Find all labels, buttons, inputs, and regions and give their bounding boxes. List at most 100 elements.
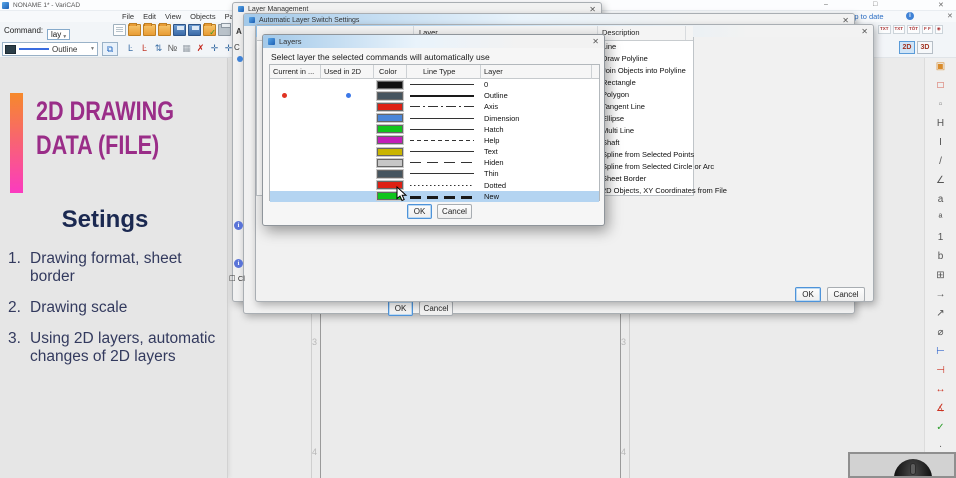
layers-table-row-dimension[interactable]: Dimension [270, 113, 599, 124]
layer-color-swatch [377, 159, 403, 167]
open-folder-icon[interactable] [128, 24, 141, 36]
cancel-button[interactable]: Cancel [827, 287, 865, 302]
detail-grid-icon[interactable]: ⊞ [925, 267, 956, 286]
close-icon[interactable]: ✕ [592, 37, 599, 46]
column-divider [591, 65, 592, 79]
dim-ok-icon[interactable]: ✓ [925, 419, 956, 438]
menu-item-view[interactable]: View [165, 12, 181, 21]
command-input[interactable]: lay ▼ [47, 29, 70, 40]
layers-dialog-title-bar[interactable]: Layers ✕ [263, 35, 604, 48]
recent-folder-icon[interactable] [158, 24, 171, 36]
layer-line-sample [410, 106, 474, 107]
menu-item-edit[interactable]: Edit [143, 12, 156, 21]
minimize-button[interactable]: – [824, 1, 828, 8]
folder-check-icon[interactable] [203, 24, 216, 36]
text-tool-icon[interactable]: TŌT [907, 25, 920, 34]
new-file-icon[interactable] [113, 24, 126, 36]
line-icon[interactable]: / [925, 153, 956, 172]
layers-table-row-dotted[interactable]: Dotted [270, 180, 599, 191]
save-as-icon[interactable] [188, 24, 201, 36]
layer-color-swatch [377, 81, 403, 89]
blank-icon[interactable]: ▦ [180, 41, 193, 55]
update-info-icon[interactable]: i [906, 12, 914, 20]
layers-table-row-text[interactable]: Text [270, 146, 599, 157]
text-tool-icon[interactable]: TXT [878, 25, 891, 34]
mode-3d-button[interactable]: 3D [917, 41, 933, 54]
select-region-icon[interactable]: ▫ [925, 96, 956, 115]
clipped-checkbox[interactable]: ☐ Cl [229, 274, 245, 283]
save-icon[interactable] [173, 24, 186, 36]
leader-1-icon[interactable]: 1 [925, 229, 956, 248]
used-in-2d-marker [346, 93, 351, 98]
column-divider [685, 26, 686, 40]
column-divider [406, 65, 407, 79]
leader-a-icon[interactable]: a [925, 191, 956, 210]
text-cursor-icon[interactable]: I [925, 134, 956, 153]
export-folder-icon[interactable]: ▣ [925, 58, 956, 77]
leader-a2-icon[interactable]: ª [925, 210, 956, 229]
layers-table-row-axis[interactable]: Axis [270, 101, 599, 112]
info-icon: i [234, 221, 243, 230]
broken-leader-icon[interactable]: ↗ [925, 305, 956, 324]
overlay-list: 1.Drawing format, sheet border2.Drawing … [8, 250, 222, 379]
column-header-description: Description [602, 28, 640, 37]
layers-table-row-thin[interactable]: Thin [270, 168, 599, 179]
layer-line-sample [410, 140, 474, 141]
arrow-icon[interactable]: → [925, 286, 956, 305]
layers-table-row-0[interactable]: 0 [270, 79, 599, 90]
notice-close-icon[interactable]: ✕ [947, 12, 953, 20]
dim-red-icon[interactable]: ⊣ [925, 362, 956, 381]
varicad-screen: NONAME 1* - VariCAD – □ ✕ FileEditViewOb… [0, 0, 956, 478]
row-description: Ellipse [602, 114, 624, 123]
layers-table-row-hatch[interactable]: Hatch [270, 124, 599, 135]
ok-button[interactable]: OK [407, 204, 432, 219]
move-icon[interactable]: ✛ [208, 41, 221, 55]
line-style-selector[interactable]: Outline ▼ [2, 42, 98, 56]
rename-layer-icon[interactable]: № [166, 41, 179, 55]
layers-table-row-help[interactable]: Help [270, 135, 599, 146]
file-toolbar-icons [113, 24, 231, 36]
layers-tool-icon[interactable]: ⧉ [102, 42, 118, 56]
text-tool-icon[interactable]: TXT [893, 25, 906, 34]
cancel-button[interactable]: Cancel [437, 204, 472, 219]
maximize-button[interactable]: □ [873, 1, 877, 8]
move-layer-icon[interactable]: ⇅ [152, 41, 165, 55]
window-title: Layer Management [248, 6, 308, 13]
dim-span-icon[interactable]: ↔ [925, 381, 956, 400]
layer-letter-b-icon[interactable]: Ŀ [124, 41, 137, 55]
layer-delete-icon[interactable]: Ŀ [138, 41, 151, 55]
layers-table-row-new[interactable]: New [270, 191, 599, 202]
chevron-down-icon[interactable]: ▼ [90, 46, 95, 52]
ok-button[interactable]: OK [388, 301, 413, 316]
command-label: Command: [4, 26, 43, 35]
layers-table-row-hiden[interactable]: Hiden [270, 157, 599, 168]
ok-button[interactable]: OK [795, 287, 821, 302]
cancel-button[interactable]: Cancel [419, 301, 453, 316]
distance-icon[interactable]: H [925, 115, 956, 134]
text-tool-icon[interactable]: ◉ [935, 25, 943, 34]
menu-bar-items: FileEditViewObjectsPar [122, 12, 245, 21]
mode-2d-button[interactable]: 2D [899, 41, 915, 54]
close-icon[interactable]: ✕ [861, 27, 868, 36]
text-tool-icon[interactable]: F F [922, 25, 933, 34]
layer-name: Dimension [484, 114, 519, 123]
ruler-mark: 3 [312, 337, 317, 347]
varicad-dialog-icon [249, 17, 255, 23]
angle-icon[interactable]: ∠ [925, 172, 956, 191]
row-description: Join Objects into Polyline [602, 66, 686, 75]
print-icon[interactable] [218, 24, 231, 36]
import-folder-icon[interactable] [143, 24, 156, 36]
layers-table-row-outline[interactable]: Outline [270, 90, 599, 101]
close-app-button[interactable]: ✕ [938, 1, 944, 9]
layer-line-sample [410, 162, 474, 163]
layer-color-swatch [377, 170, 403, 178]
diameter-icon[interactable]: ⌀ [925, 324, 956, 343]
menu-item-file[interactable]: File [122, 12, 134, 21]
layer-name: Help [484, 136, 499, 145]
leader-b-icon[interactable]: b [925, 248, 956, 267]
delete-icon[interactable]: ✗ [194, 41, 207, 55]
red-rectangle-icon[interactable]: □ [925, 77, 956, 96]
menu-item-objects[interactable]: Objects [190, 12, 215, 21]
dim-blue-icon[interactable]: ⊢ [925, 343, 956, 362]
dim-angle-icon[interactable]: ∡ [925, 400, 956, 419]
